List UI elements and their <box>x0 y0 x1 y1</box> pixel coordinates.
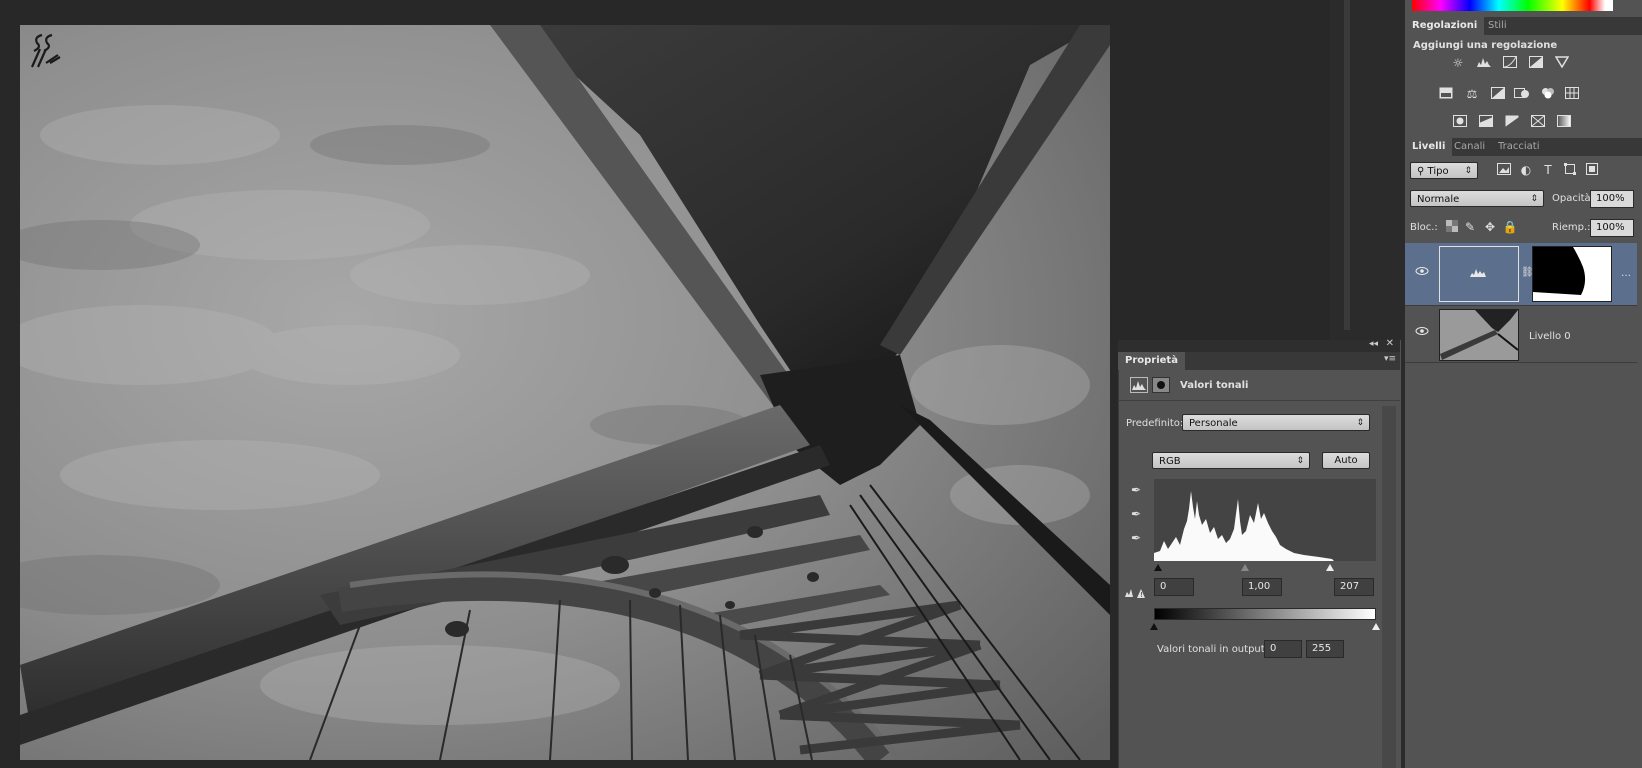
invert-icon[interactable] <box>1452 115 1468 129</box>
fill-label: Riemp.: <box>1552 222 1591 233</box>
layer-row-levels[interactable]: ⛓ … <box>1405 243 1637 306</box>
photo-filter-icon[interactable] <box>1514 87 1530 101</box>
search-icon: ⚲ <box>1417 166 1428 177</box>
lock-move-icon[interactable]: ✥ <box>1482 220 1498 234</box>
input-slider-track[interactable] <box>1154 561 1376 571</box>
selective-color-icon[interactable] <box>1530 115 1546 129</box>
layers-list-empty <box>1405 363 1637 768</box>
layer-image-thumbnail[interactable] <box>1439 309 1519 361</box>
color-balance-icon[interactable]: ⚖ <box>1464 87 1480 101</box>
output-gradient-bar <box>1154 608 1376 620</box>
threshold-icon[interactable] <box>1504 115 1520 129</box>
curves-icon[interactable] <box>1502 56 1518 70</box>
channel-select[interactable]: RGB ⇕ <box>1152 452 1310 469</box>
gradient-map-icon[interactable] <box>1556 115 1572 129</box>
layer-row-livello-0[interactable]: Livello 0 <box>1405 306 1637 363</box>
layer-mask-thumbnail[interactable] <box>1532 246 1612 302</box>
lock-transparent-icon[interactable] <box>1444 220 1460 234</box>
black-eyedropper-icon[interactable]: ✒ <box>1128 483 1144 497</box>
levels-icon <box>1470 269 1486 277</box>
white-eyedropper-icon[interactable]: ✒ <box>1128 531 1144 545</box>
clipping-warning-icon[interactable]: ! <box>1124 585 1146 599</box>
panel-menu-icon[interactable]: ▾≡ <box>1384 354 1396 364</box>
opacity-input[interactable]: 100% <box>1590 190 1634 208</box>
tab-proprieta[interactable]: Proprietà <box>1118 352 1185 370</box>
channel-value: RGB <box>1159 456 1181 467</box>
output-white-field[interactable]: 255 <box>1306 640 1344 658</box>
lock-all-icon[interactable]: 🔒 <box>1502 220 1518 234</box>
bridge-photo <box>20 25 1110 760</box>
levels-icon[interactable] <box>1476 56 1492 70</box>
collapse-icon[interactable]: ◂◂ <box>1369 339 1378 349</box>
fill-input[interactable]: 100% <box>1590 219 1634 237</box>
eye-icon[interactable] <box>1415 266 1429 279</box>
layers-tabbar: Livelli Canali Tracciati <box>1405 138 1642 156</box>
output-black-field[interactable]: 0 <box>1264 640 1302 658</box>
lock-brush-icon[interactable]: ✎ <box>1462 220 1478 234</box>
histogram <box>1154 479 1376 561</box>
eye-icon[interactable] <box>1415 326 1429 339</box>
properties-header-strip: ◂◂ ✕ <box>1118 338 1400 352</box>
blend-mode-select[interactable]: Normale ⇕ <box>1410 190 1544 207</box>
filter-smart-object-icon[interactable] <box>1584 163 1600 177</box>
close-icon[interactable]: ✕ <box>1386 338 1394 349</box>
channel-mixer-icon[interactable] <box>1540 87 1556 101</box>
preset-select[interactable]: Personale ⇕ <box>1182 414 1370 431</box>
blend-mode-value: Normale <box>1417 194 1460 205</box>
levels-adjustment-thumbnail[interactable] <box>1439 246 1519 302</box>
output-slider-track[interactable] <box>1150 620 1380 630</box>
gray-eyedropper-icon[interactable]: ✒ <box>1128 507 1144 521</box>
input-gamma-field[interactable]: 1,00 <box>1242 578 1282 596</box>
layer-filter-select[interactable]: ⚲ Tipo ⇕ <box>1410 162 1478 179</box>
properties-scrollbar[interactable] <box>1382 406 1396 768</box>
layer-filter-value: Tipo <box>1427 166 1449 177</box>
color-spectrum-bar[interactable] <box>1412 0 1605 11</box>
opacity-label: Opacità: <box>1552 193 1595 204</box>
color-spectrum-white[interactable] <box>1605 0 1613 11</box>
output-label: Valori tonali in output: <box>1157 644 1269 655</box>
black-white-icon[interactable] <box>1490 87 1506 101</box>
mask-icon[interactable] <box>1152 377 1170 393</box>
preset-value: Personale <box>1189 418 1238 429</box>
color-lookup-icon[interactable] <box>1564 87 1580 101</box>
filter-pixel-icon[interactable] <box>1496 163 1512 177</box>
vibrance-icon[interactable] <box>1554 56 1570 70</box>
filter-adjustment-icon[interactable]: ◐ <box>1518 163 1534 177</box>
properties-title: Valori tonali <box>1180 380 1249 391</box>
adjustments-tabbar: Regolazioni Stili <box>1405 17 1642 35</box>
tab-canali[interactable]: Canali <box>1447 138 1492 156</box>
tab-livelli[interactable]: Livelli <box>1405 138 1453 156</box>
input-black-field[interactable]: 0 <box>1154 578 1194 596</box>
document-canvas[interactable] <box>20 25 1110 760</box>
svg-text:!: ! <box>1140 591 1143 599</box>
filter-type-icon[interactable]: T <box>1540 163 1556 177</box>
preset-label: Predefinito: <box>1126 418 1184 429</box>
brightness-icon[interactable]: ☼ <box>1450 56 1466 70</box>
tab-regolazioni[interactable]: Regolazioni <box>1405 17 1485 35</box>
tab-tracciati[interactable]: Tracciati <box>1491 138 1546 156</box>
hue-saturation-icon[interactable] <box>1438 87 1454 101</box>
properties-tabbar: Proprietà ▾≡ <box>1118 352 1400 370</box>
input-white-field[interactable]: 207 <box>1334 578 1374 596</box>
levels-icon[interactable] <box>1130 377 1148 393</box>
layer-name[interactable]: Livello 0 <box>1529 331 1571 342</box>
filter-shape-icon[interactable] <box>1562 163 1578 177</box>
lock-label: Bloc.: <box>1410 222 1438 233</box>
tab-stili[interactable]: Stili <box>1481 17 1514 35</box>
exposure-icon[interactable] <box>1528 56 1544 70</box>
posterize-icon[interactable] <box>1478 115 1494 129</box>
layer-more-icon[interactable]: … <box>1621 268 1631 279</box>
adjustments-title: Aggiungi una regolazione <box>1413 40 1558 51</box>
auto-button[interactable]: Auto <box>1322 452 1370 469</box>
divider <box>1118 400 1400 401</box>
